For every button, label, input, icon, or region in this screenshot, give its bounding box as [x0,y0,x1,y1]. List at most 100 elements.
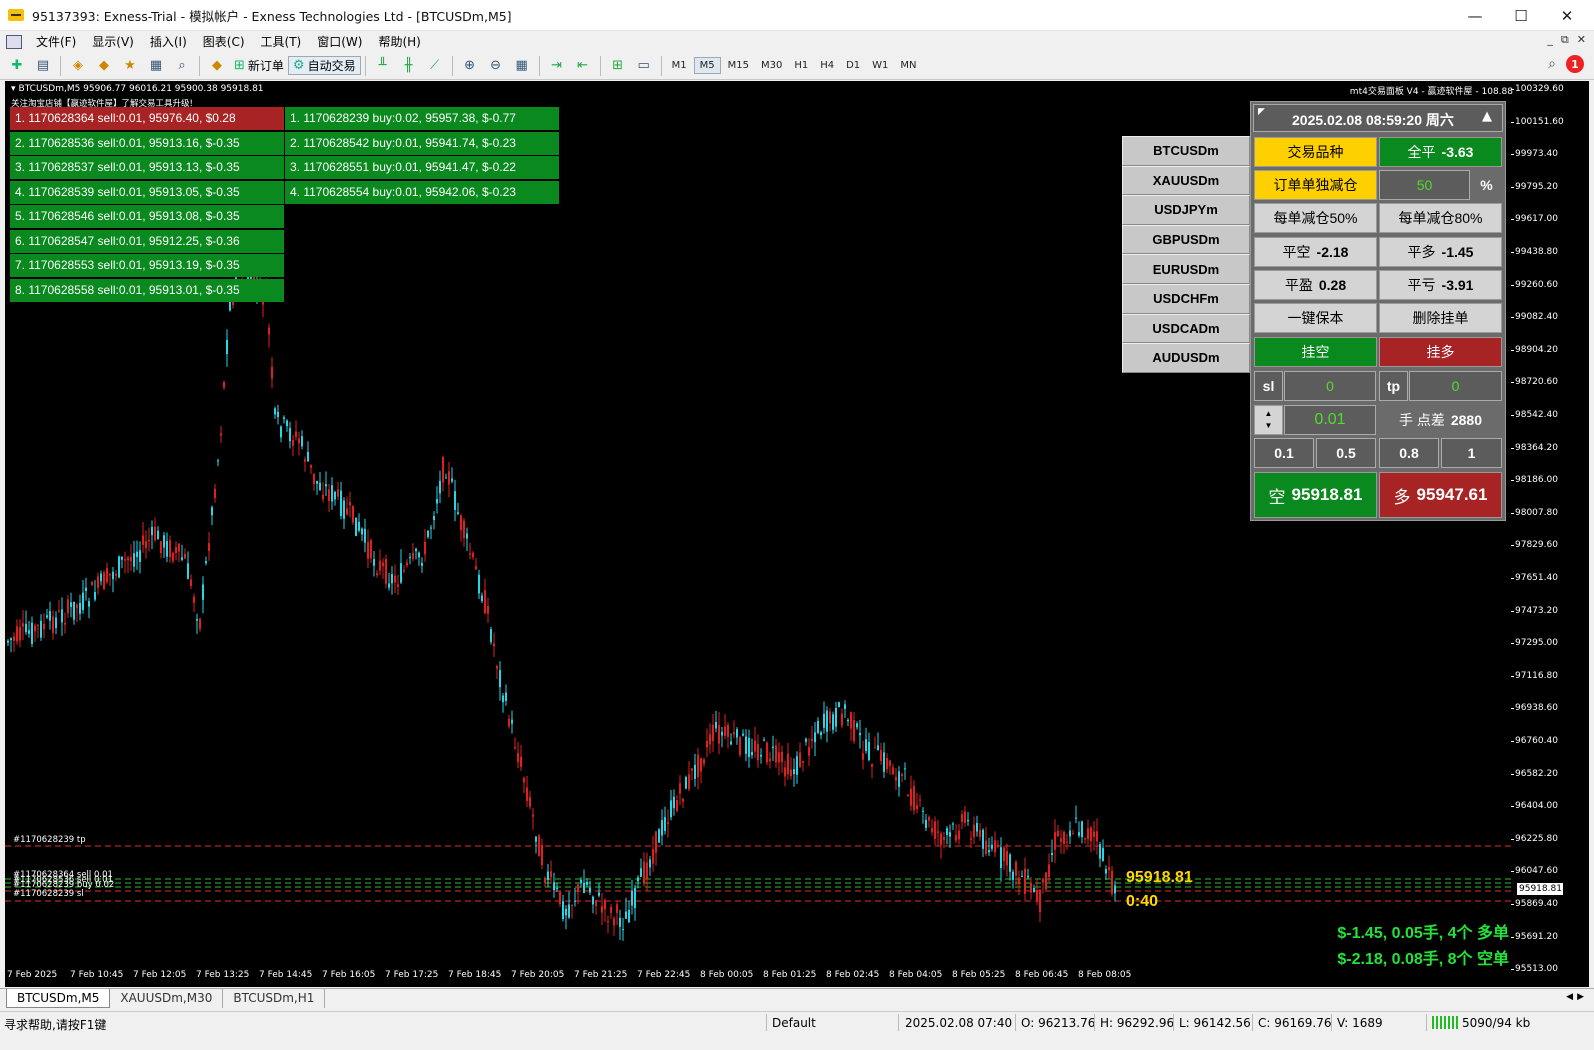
symbol-button-xauusdm[interactable]: XAUUSDm [1122,165,1250,196]
templates-icon[interactable]: ▭ [633,55,655,77]
collapse-arrow-icon[interactable]: ▲ [1482,109,1492,124]
timeframe-mn[interactable]: MN [895,58,921,73]
close-loss-button[interactable]: 平亏 -3.91 [1379,270,1502,300]
sell-order-row[interactable]: 5. 1170628546 sell:0.01, 95913.08, $-0.3… [10,205,284,228]
mdi-minimize-icon[interactable]: _ [1547,33,1553,47]
tab-btcusdm-m5[interactable]: BTCUSDm,M5 [6,989,111,1008]
sell-order-row[interactable]: 7. 1170628553 sell:0.01, 95913.19, $-0.3… [10,254,284,277]
timeframe-m5[interactable]: M5 [693,57,721,74]
symbol-button-btcusdm[interactable]: BTCUSDm [1122,136,1250,166]
menu-file[interactable]: 文件(F) [28,33,84,50]
menu-charts[interactable]: 图表(C) [195,33,253,50]
symbol-select-button[interactable]: 交易品种 [1254,137,1377,167]
buy-order-row[interactable]: 3. 1170628551 buy:0.01, 95941.47, $-0.22 [285,156,559,179]
lot-preset-button[interactable]: 0.8 [1379,438,1439,468]
metaeditor-icon[interactable]: ◆ [206,55,228,77]
lot-stepper[interactable]: ▲ ▼ [1254,405,1283,435]
price-chart[interactable]: ▾ BTCUSDm,M5 95906.77 96016.21 95900.38 9… [5,81,1589,987]
sell-order-row[interactable]: 4. 1170628539 sell:0.01, 95913.05, $-0.3… [10,181,284,204]
tab-btcusdm-h1[interactable]: BTCUSDm,H1 [223,989,326,1008]
tab-scroll-left-icon[interactable]: ◀ [1566,992,1573,1002]
sell-order-row[interactable]: 2. 1170628536 sell:0.01, 95913.16, $-0.3… [10,132,284,155]
data-window-icon[interactable]: ◆ [93,55,115,77]
indicators-icon[interactable]: ⊞ [607,55,629,77]
timeframe-m30[interactable]: M30 [756,58,787,73]
new-chart-icon[interactable]: ✚ [6,55,28,77]
close-all-button[interactable]: 全平 -3.63 [1379,137,1502,167]
market-watch-icon[interactable]: ◈ [67,55,89,77]
tab-scroll-right-icon[interactable]: ▶ [1577,992,1584,1002]
symbol-button-eurusdm[interactable]: EURUSDm [1122,254,1250,284]
pending-sell-button[interactable]: 挂空 [1254,337,1377,367]
sell-order-row[interactable]: 3. 1170628537 sell:0.01, 95913.13, $-0.3… [10,156,284,179]
lot-preset-button[interactable]: 1 [1441,438,1502,468]
auto-trading-button[interactable]: ⚙ 自动交易 [287,56,361,75]
reduce-50-button[interactable]: 每单减仓50% [1254,203,1377,233]
symbol-button-usdchfm[interactable]: USDCHFm [1122,283,1250,314]
new-order-button[interactable]: ⊞ 新订单 [230,57,288,74]
menu-help[interactable]: 帮助(H) [370,33,428,50]
sell-order-row[interactable]: 8. 1170628558 sell:0.01, 95913.01, $-0.3… [10,279,284,302]
close-button[interactable]: ✕ [1544,0,1590,31]
menu-window[interactable]: 窗口(W) [309,33,370,50]
close-long-button[interactable]: 平多 -1.45 [1379,237,1502,267]
tp-input[interactable]: 0 [1409,371,1502,401]
buy-order-row[interactable]: 4. 1170628554 buy:0.01, 95942.06, $-0.23 [285,181,559,204]
reduce-80-button[interactable]: 每单减仓80% [1379,203,1502,233]
timeframe-m1[interactable]: M1 [667,58,692,73]
close-short-button[interactable]: 平空 -2.18 [1254,237,1377,267]
buy-market-button[interactable]: 多 95947.61 [1379,472,1502,518]
lot-up-icon[interactable]: ▲ [1265,408,1273,420]
breakeven-button[interactable]: 一键保本 [1254,303,1377,333]
timeframe-h4[interactable]: H4 [815,58,839,73]
minimize-button[interactable]: — [1452,0,1498,31]
candle-body [922,810,924,812]
maximize-button[interactable]: ☐ [1498,0,1544,31]
navigator-icon[interactable]: ★ [119,55,141,77]
timeframe-m15[interactable]: M15 [723,58,754,73]
timeframe-h1[interactable]: H1 [789,58,813,73]
menu-insert[interactable]: 插入(I) [142,33,195,50]
search-icon[interactable]: ⌕ [1548,56,1556,72]
tester-icon[interactable]: ⌕ [171,55,193,77]
symbol-button-audusdm[interactable]: AUDUSDm [1122,343,1250,373]
notification-badge[interactable]: 1 [1566,55,1584,73]
tile-windows-icon[interactable]: ▦ [511,55,533,77]
symbol-button-gbpusdm[interactable]: GBPUSDm [1122,224,1250,255]
sell-order-row[interactable]: 6. 1170628547 sell:0.01, 95912.25, $-0.3… [10,230,284,253]
pending-buy-button[interactable]: 挂多 [1379,337,1502,367]
sell-market-button[interactable]: 空 95918.81 [1254,472,1377,518]
close-profit-button[interactable]: 平盈 0.28 [1254,270,1377,300]
zoom-in-icon[interactable]: ⊕ [459,55,481,77]
candles-icon[interactable]: ╫ [398,55,420,77]
terminal-icon[interactable]: ▦ [145,55,167,77]
mdi-restore-icon[interactable]: ⧉ [1561,33,1569,47]
delete-pending-button[interactable]: 删除挂单 [1379,303,1502,333]
buy-order-row[interactable]: 1. 1170628239 buy:0.02, 95957.38, $-0.77 [285,107,559,130]
buy-order-row[interactable]: 2. 1170628542 buy:0.01, 95941.74, $-0.23 [285,132,559,155]
lot-preset-button[interactable]: 0.1 [1254,438,1314,468]
menu-view[interactable]: 显示(V) [84,33,142,50]
symbol-button-usdcadm[interactable]: USDCADm [1122,313,1250,344]
single-reduce-button[interactable]: 订单单独减仓 [1254,170,1377,200]
symbol-button-usdjpym[interactable]: USDJPYm [1122,195,1250,225]
menu-tools[interactable]: 工具(T) [253,33,310,50]
autoscroll-icon[interactable]: ⇥ [546,55,568,77]
tab-xauusdm-m30[interactable]: XAUUSDm,M30 [110,989,224,1008]
sell-order-row[interactable]: 1. 1170628364 sell:0.01, 95976.40, $0.28 [10,107,284,130]
lot-input[interactable]: 0.01 [1284,405,1376,435]
mdi-close-icon[interactable]: ✕ [1577,33,1586,47]
sl-input[interactable]: 0 [1284,371,1376,401]
timeframe-d1[interactable]: D1 [841,58,865,73]
line-chart-icon[interactable]: ⟋ [424,55,446,77]
lot-preset-button[interactable]: 0.5 [1316,438,1376,468]
resize-corner-icon[interactable]: ◤ [1258,107,1265,117]
timeframe-w1[interactable]: W1 [867,58,893,73]
chart-shift-icon[interactable]: ⇤ [572,55,594,77]
reduce-percent-input[interactable]: 50 [1379,170,1470,200]
profiles-icon[interactable]: ▤ [32,55,54,77]
bar-chart-icon[interactable]: ╨ [372,55,394,77]
lot-down-icon[interactable]: ▼ [1265,420,1273,432]
candle-body [877,745,879,751]
zoom-out-icon[interactable]: ⊖ [485,55,507,77]
